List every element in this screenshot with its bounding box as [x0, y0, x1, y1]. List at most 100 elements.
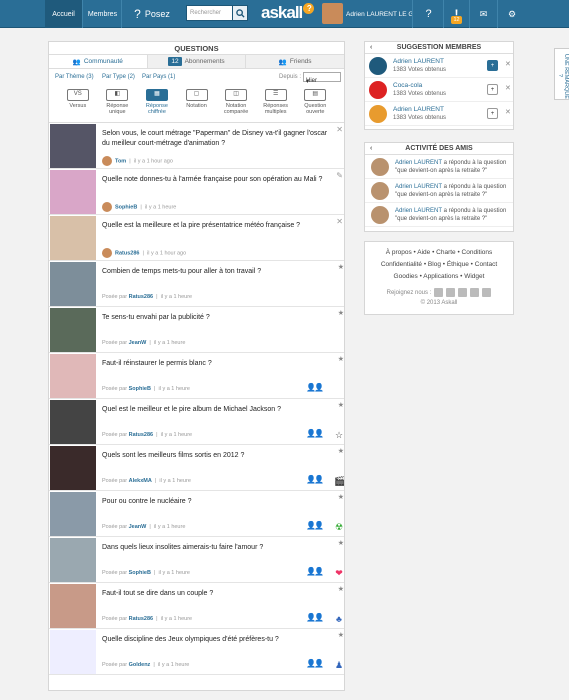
close-icon[interactable]: ✕ [505, 108, 511, 116]
friend-name[interactable]: Adrien LAURENT [395, 184, 442, 190]
question-row[interactable]: Quel est le meilleur et le pire album de… [49, 399, 344, 445]
close-icon[interactable]: ✕ [505, 84, 511, 92]
user-name[interactable]: Adrien LAURENT LE G... [346, 0, 412, 28]
question-row[interactable]: Dans quels lieux insolites aimerais-tu f… [49, 537, 344, 583]
question-text[interactable]: Faut-il tout se dire dans un couple ? [102, 589, 330, 599]
question-text[interactable]: Quelle est la meilleure et la pire prése… [102, 221, 330, 231]
author-name[interactable]: SophieB [115, 204, 137, 210]
star-icon[interactable]: ★ [338, 585, 344, 593]
author-name[interactable]: JeanW [129, 524, 147, 530]
star-icon[interactable]: ★ [338, 631, 344, 639]
question-row[interactable]: Pour ou contre le nucléaire ? Posée par J… [49, 491, 344, 537]
question-text[interactable]: Quelle note donnes-tu à l'armée français… [102, 175, 330, 185]
star-icon[interactable]: ★ [338, 493, 344, 501]
author-avatar[interactable] [102, 202, 112, 212]
friend-avatar[interactable] [371, 206, 389, 224]
instagram-icon[interactable] [470, 287, 480, 297]
follow-icon[interactable]: + [487, 108, 498, 119]
question-text[interactable]: Pour ou contre le nucléaire ? [102, 497, 330, 507]
filter-theme[interactable]: Par Thème (3) [55, 74, 94, 80]
footer-line-2[interactable]: Confidentialité • Blog • Éthique • Conta… [365, 259, 513, 271]
settings-button[interactable]: ⚙ [498, 0, 526, 28]
member-avatar[interactable] [369, 57, 387, 75]
tab-community[interactable]: 👥 Communauté [49, 55, 148, 68]
question-row[interactable]: Quelle note donnes-tu à l'armée français… [49, 169, 344, 215]
question-text[interactable]: Dans quels lieux insolites aimerais-tu f… [102, 543, 330, 553]
question-text[interactable]: Selon vous, le court métrage "Paperman" … [102, 129, 330, 148]
type-compared-rating[interactable]: ◫ Notation comparée [216, 85, 256, 122]
member-name[interactable]: Adrien LAURENT [393, 58, 444, 65]
close-icon[interactable]: ✕ [336, 217, 343, 226]
author-name[interactable]: AlekxMA [129, 478, 152, 484]
nav-home[interactable]: Accueil [45, 0, 83, 28]
member-name[interactable]: Coca-cola [393, 82, 422, 89]
type-open-question[interactable]: ▤ Question ouverte [295, 85, 335, 122]
question-row[interactable]: Quelle est la meilleure et la pire prése… [49, 215, 344, 261]
follow-icon[interactable]: + [487, 60, 498, 71]
author-avatar[interactable] [102, 156, 112, 166]
star-icon[interactable]: ★ [338, 539, 344, 547]
type-numeric-answer[interactable]: ▦ Réponse chiffrée [137, 85, 177, 122]
author-name[interactable]: Goldenz [129, 662, 151, 668]
author-name[interactable]: Tom [115, 158, 126, 164]
footer-line-3[interactable]: Goodies • Applications • Widget [365, 271, 513, 283]
footer-line-1[interactable]: À propos • Aide • Charte • Conditions [365, 247, 513, 259]
since-select[interactable]: Hier ▾ [303, 72, 341, 85]
question-row[interactable]: Faut-il réinstaurer le permis blanc ? Pos… [49, 353, 344, 399]
question-row[interactable]: Combien de temps mets-tu pour aller à to… [49, 261, 344, 307]
chevron-left-icon[interactable]: ‹ [370, 143, 372, 155]
author-name[interactable]: SophieB [129, 386, 151, 392]
friend-avatar[interactable] [371, 182, 389, 200]
askall-logo[interactable]: askall? [261, 3, 315, 23]
edit-icon[interactable]: ✎ [336, 171, 343, 180]
question-text[interactable]: Quels sont les meilleurs films sortis en… [102, 451, 330, 461]
close-icon[interactable]: ✕ [505, 60, 511, 68]
filter-country[interactable]: Par Pays (1) [142, 74, 175, 80]
follow-icon[interactable]: + [487, 84, 498, 95]
star-icon[interactable]: ★ [338, 355, 344, 363]
question-text[interactable]: Quelle discipline des Jeux olympiques d'… [102, 635, 330, 645]
rss-icon[interactable] [482, 287, 492, 297]
question-row[interactable]: Selon vous, le court métrage "Paperman" … [49, 123, 344, 169]
question-text[interactable]: Quel est le meilleur et le pire album de… [102, 405, 330, 415]
filter-type[interactable]: Par Type (2) [102, 74, 135, 80]
type-versus[interactable]: VS Versus [58, 85, 98, 122]
twitter-icon[interactable] [446, 287, 456, 297]
author-avatar[interactable] [102, 248, 112, 258]
type-rating[interactable]: ▢ Notation [177, 85, 217, 122]
tab-friends[interactable]: 👥 Friends [246, 55, 344, 68]
star-icon[interactable]: ★ [338, 263, 344, 271]
question-row[interactable]: Faut-il tout se dire dans un couple ? Pos… [49, 583, 344, 629]
member-name[interactable]: Adrien LAURENT [393, 106, 444, 113]
question-text[interactable]: Combien de temps mets-tu pour aller à to… [102, 267, 330, 277]
chevron-left-icon[interactable]: ‹ [370, 42, 372, 54]
question-row[interactable]: Quels sont les meilleurs films sortis en… [49, 445, 344, 491]
author-name[interactable]: SophieB [129, 570, 151, 576]
question-text[interactable]: Te sens-tu envahi par la publicité ? [102, 313, 330, 323]
author-name[interactable]: JeanW [129, 340, 147, 346]
member-avatar[interactable] [369, 81, 387, 99]
feedback-tab[interactable]: UNE REMARQUE ? [554, 48, 569, 100]
type-multiple-answers[interactable]: ☰ Réponses multiples [256, 85, 296, 122]
close-icon[interactable]: ✕ [336, 125, 343, 134]
type-single-answer[interactable]: ◧ Réponse unique [98, 85, 138, 122]
friend-avatar[interactable] [371, 158, 389, 176]
star-icon[interactable]: ★ [338, 309, 344, 317]
author-name[interactable]: Ratus286 [129, 432, 153, 438]
author-name[interactable]: Ratus286 [129, 616, 153, 622]
tab-subscriptions[interactable]: 12 Abonnements [147, 55, 247, 68]
author-name[interactable]: Ratus286 [115, 250, 139, 256]
star-icon[interactable]: ★ [338, 401, 344, 409]
facebook-icon[interactable] [434, 287, 444, 297]
user-avatar[interactable] [322, 3, 343, 24]
author-name[interactable]: Ratus286 [129, 294, 153, 300]
question-row[interactable]: Te sens-tu envahi par la publicité ? Posé… [49, 307, 344, 353]
member-avatar[interactable] [369, 105, 387, 123]
question-text[interactable]: Faut-il réinstaurer le permis blanc ? [102, 359, 330, 369]
nav-members[interactable]: Membres [84, 0, 122, 28]
friend-name[interactable]: Adrien LAURENT [395, 208, 442, 214]
help-button[interactable]: ? [414, 0, 444, 28]
ask-button[interactable]: ? Posez [128, 0, 176, 28]
youtube-icon[interactable] [458, 287, 468, 297]
messages-button[interactable]: ✉ [470, 0, 498, 28]
